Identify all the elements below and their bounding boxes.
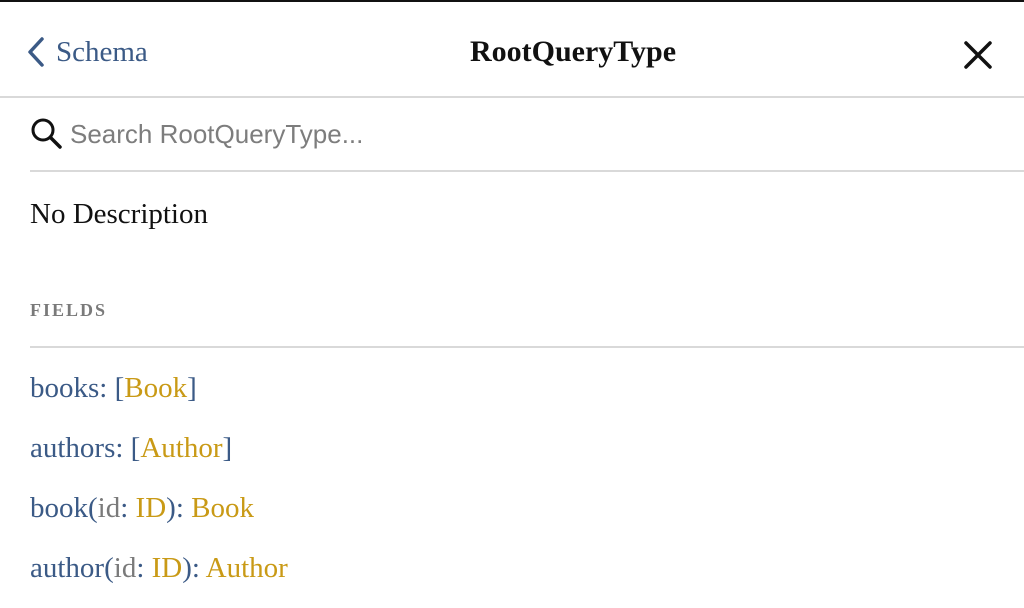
fields-heading: FIELDS [30, 300, 108, 320]
arg-name: id [97, 492, 121, 524]
list-bracket: ] [187, 372, 197, 404]
fields-divider [30, 346, 1024, 348]
field-name-link[interactable]: book [30, 492, 88, 524]
doc-explorer-header: Schema RootQueryType [0, 2, 1024, 98]
args-open-paren: ( [88, 492, 98, 524]
close-icon [962, 39, 994, 71]
arg-type-link[interactable]: ID [152, 552, 183, 584]
field-name-link[interactable]: authors [30, 432, 115, 464]
search-icon [30, 117, 64, 151]
field-colon: : [ [99, 372, 125, 404]
field-row-book: book(id: ID): Book [30, 488, 288, 548]
field-colon: : [ [115, 432, 141, 464]
type-link[interactable]: Book [191, 492, 254, 524]
page-title: RootQueryType [469, 35, 677, 68]
list-bracket: ] [222, 432, 233, 464]
args-close-paren: ): [182, 552, 206, 584]
field-name-link[interactable]: books [30, 372, 99, 404]
field-list: books: [Book] authors: [Author] book(id:… [30, 368, 288, 608]
type-link[interactable]: Book [124, 372, 187, 404]
close-button[interactable] [962, 39, 994, 71]
args-open-paren: ( [104, 552, 114, 584]
type-link[interactable]: Author [140, 432, 222, 464]
search-input[interactable] [70, 118, 970, 150]
type-description: No Description [30, 198, 208, 230]
args-close-paren: ): [166, 492, 192, 524]
arg-colon: : [136, 552, 152, 584]
field-row-books: books: [Book] [30, 368, 288, 428]
arg-colon: : [120, 492, 136, 524]
field-name-link[interactable]: author [30, 552, 104, 584]
type-link[interactable]: Author [206, 552, 288, 584]
arg-type-link[interactable]: ID [136, 492, 167, 524]
field-row-authors: authors: [Author] [30, 428, 288, 488]
field-row-author: author(id: ID): Author [30, 548, 288, 608]
search-bar [30, 98, 1024, 172]
arg-name: id [113, 552, 137, 584]
